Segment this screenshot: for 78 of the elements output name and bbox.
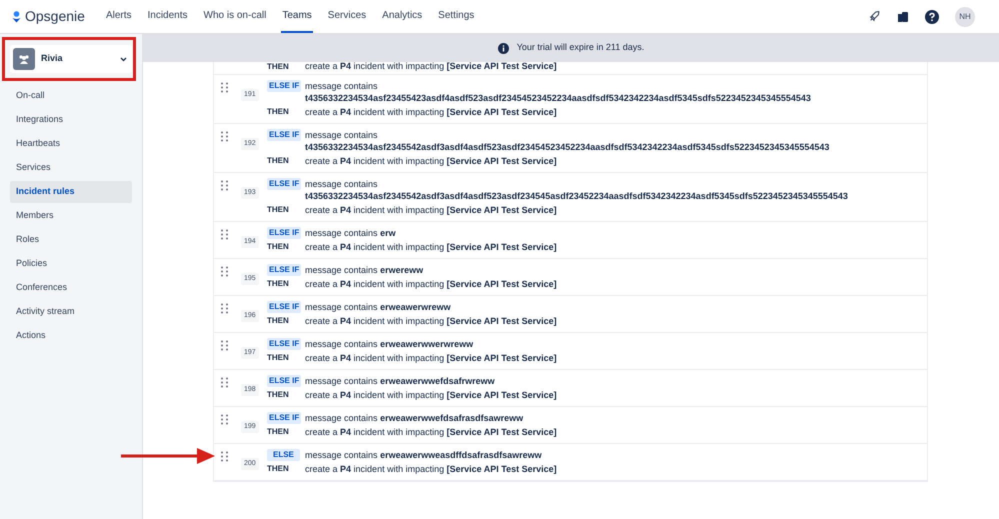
drag-handle-icon[interactable] xyxy=(221,229,228,240)
condition-tag: ELSE IF xyxy=(267,338,302,350)
sidebar-item[interactable]: Actions xyxy=(10,325,132,347)
condition-text: message contains erweawerwwerwreww xyxy=(305,338,474,350)
info-icon xyxy=(498,42,509,54)
drag-handle-icon[interactable] xyxy=(221,131,228,142)
nav-tab[interactable]: Settings xyxy=(437,0,476,33)
then-label: THEN xyxy=(267,155,290,167)
action-text: create a P4 incident with impacting [Service API Test Service] xyxy=(305,155,558,167)
condition-tag: ELSE IF xyxy=(267,375,302,387)
logo-text: Opsgenie xyxy=(25,7,85,26)
then-label: THEN xyxy=(267,389,290,401)
sidebar-item[interactable]: Conferences xyxy=(10,277,132,299)
rocket-icon[interactable] xyxy=(868,10,881,23)
action-text: create a P4 incident with impacting [Service API Test Service] xyxy=(305,204,558,216)
then-label: THEN xyxy=(267,278,290,290)
sidebar-item[interactable]: Activity stream xyxy=(10,301,132,323)
then-label: THEN xyxy=(267,106,290,118)
action-text: create a P4 incident with impacting [Service API Test Service] xyxy=(305,463,558,475)
action-text: create a P4 incident with impacting [Service API Test Service] xyxy=(305,278,558,290)
condition-text: message contains erweawerwweasdffdsafrasdfsawreww xyxy=(305,449,543,461)
condition-tag: ELSE IF xyxy=(267,301,302,313)
action-text: create a P4 incident with impacting [Service API Test Service] xyxy=(305,315,558,327)
sidebar-item[interactable]: Policies xyxy=(10,253,132,275)
action-text: create a P4 incident with impacting [Service API Test Service] xyxy=(305,389,558,401)
condition-tag: ELSE IF xyxy=(267,412,302,424)
condition-tag: ELSE IF xyxy=(267,227,302,239)
people-icon xyxy=(18,54,30,64)
nav-tab[interactable]: Alerts xyxy=(104,0,132,33)
team-selector[interactable]: Rivia xyxy=(10,45,132,73)
nav-tab[interactable]: Services xyxy=(326,0,368,33)
drag-handle-icon[interactable] xyxy=(221,414,228,425)
book-icon[interactable] xyxy=(897,10,909,22)
condition-tag: ELSE xyxy=(267,449,300,461)
logo-icon xyxy=(12,10,21,22)
nav-tab[interactable]: Who is on-call xyxy=(202,0,268,33)
then-label: THEN xyxy=(267,204,290,216)
condition-tag: ELSE IF xyxy=(267,129,302,141)
help-icon[interactable] xyxy=(925,10,939,24)
condition-text: message contains erwereww xyxy=(305,264,424,276)
chevron-down-icon xyxy=(120,56,127,62)
sidebar-item[interactable]: Heartbeats xyxy=(10,133,132,155)
sidebar-item[interactable]: Services xyxy=(10,157,132,179)
condition-text: message contains erweawerwwefdsafrasdfsawreww xyxy=(305,412,524,424)
condition-text: message contains erw xyxy=(305,227,397,239)
action-text: create a P4 incident with impacting [Service API Test Service] xyxy=(305,426,558,438)
nav-tab[interactable]: Analytics xyxy=(381,0,424,33)
drag-handle-icon[interactable] xyxy=(221,266,228,277)
sidebar-item[interactable]: On-call xyxy=(10,85,132,107)
team-name: Rivia xyxy=(41,52,63,66)
drag-handle-icon[interactable] xyxy=(221,451,228,462)
action-text: create a P4 incident with impacting [Service API Test Service] xyxy=(305,106,558,118)
action-text: create a P4 incident with impacting [Service API Test Service] xyxy=(305,352,558,364)
drag-handle-icon[interactable] xyxy=(221,180,228,191)
condition-tag: ELSE IF xyxy=(267,80,302,92)
then-label: THEN xyxy=(267,463,290,475)
condition-text: message contains erweawerwwefdsafrwreww xyxy=(305,375,496,387)
drag-handle-icon[interactable] xyxy=(221,82,228,93)
sidebar-item[interactable]: Integrations xyxy=(10,109,132,131)
sidebar-item[interactable]: Roles xyxy=(10,229,132,251)
condition-tag: ELSE IF xyxy=(267,178,302,190)
then-label: THEN xyxy=(267,62,290,73)
sidebar-item[interactable]: Incident rules xyxy=(10,181,132,203)
drag-handle-icon[interactable] xyxy=(221,340,228,351)
banner-text: Your trial will expire in 211 days. xyxy=(516,41,644,54)
action-text: create a P4 incident with impacting [Service API Test Service] xyxy=(305,241,558,253)
drag-handle-icon[interactable] xyxy=(221,303,228,314)
user-avatar[interactable]: NH xyxy=(955,6,975,26)
sidebar-item[interactable]: Members xyxy=(10,205,132,227)
then-label: THEN xyxy=(267,241,290,253)
condition-text: message contains erweawerwreww xyxy=(305,301,452,313)
condition-tag: ELSE IF xyxy=(267,264,302,276)
drag-handle-icon[interactable] xyxy=(221,377,228,388)
then-label: THEN xyxy=(267,352,290,364)
action-text: create a P4 incident with impacting [Service API Test Service] xyxy=(305,62,557,73)
then-label: THEN xyxy=(267,426,290,438)
nav-tab[interactable]: Incidents xyxy=(146,0,189,33)
then-label: THEN xyxy=(267,315,290,327)
